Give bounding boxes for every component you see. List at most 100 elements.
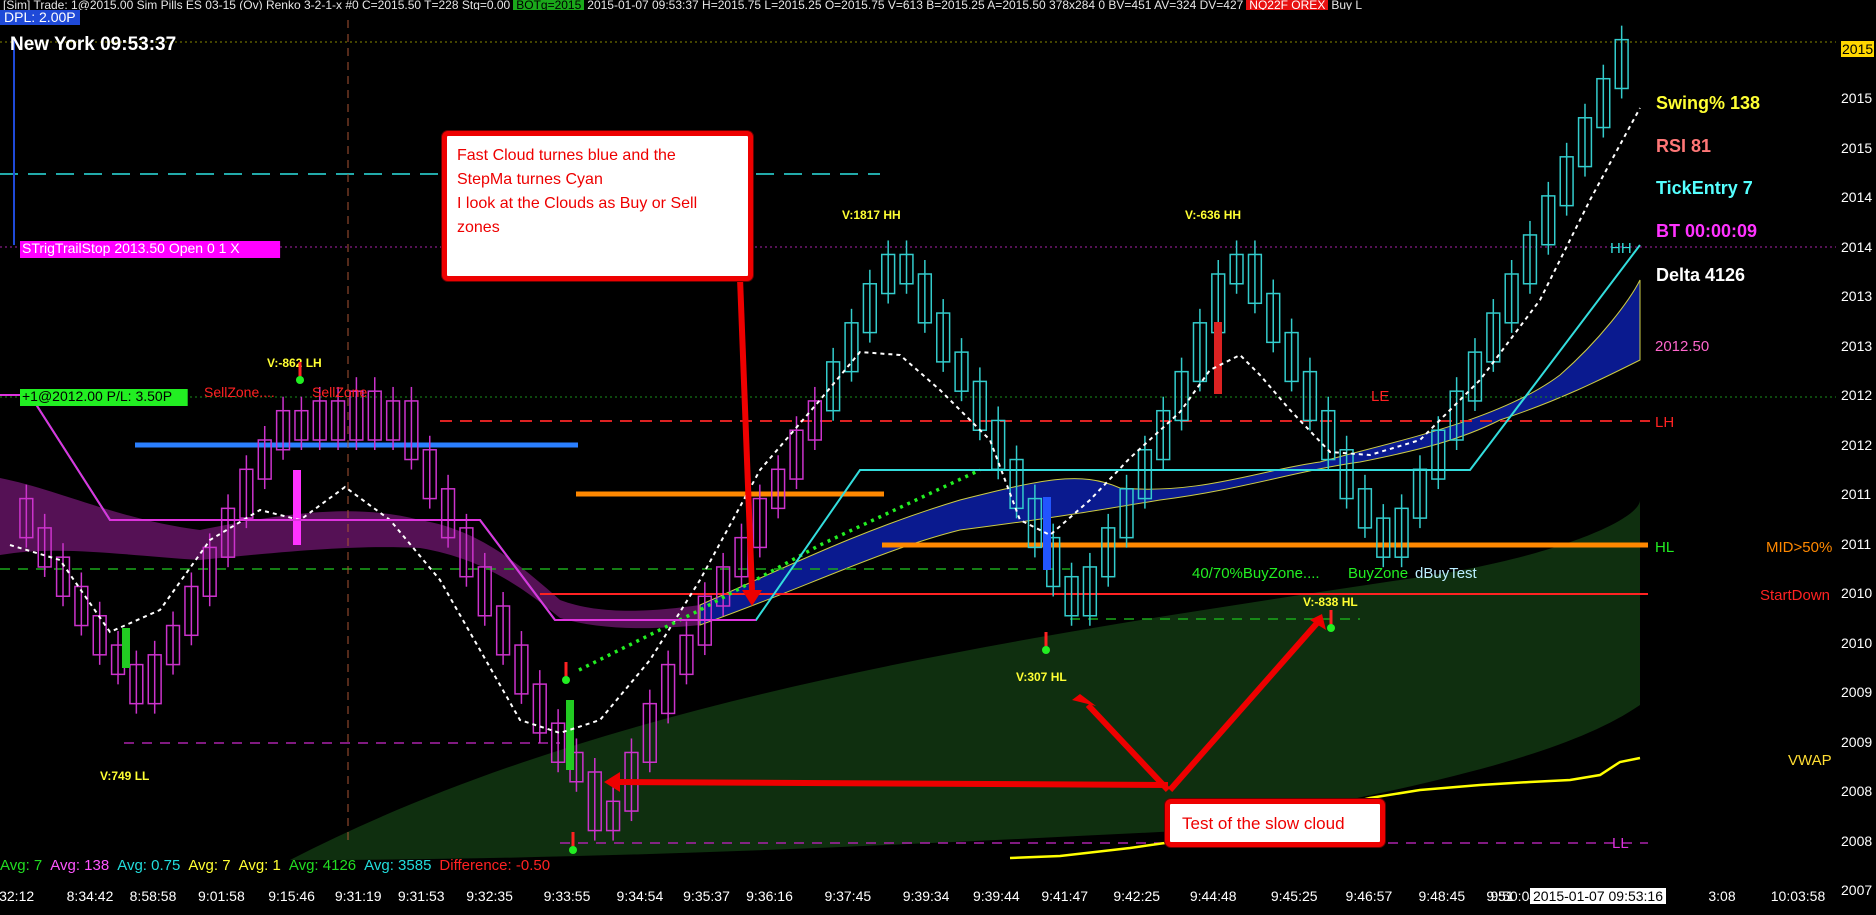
chart-label-level-le: LE xyxy=(1371,388,1389,405)
clock-label: New York 09:53:37 xyxy=(10,34,177,55)
time-tick: 9:41:47 xyxy=(1041,888,1089,904)
chart-label-trig-trail-stop: STrigTrailStop 2013.50 Open 0 1 X xyxy=(22,240,240,256)
chart-label-v-lh: V:-862 LH xyxy=(267,356,322,370)
average-value: Avg: 138 xyxy=(50,857,110,874)
averages-bar: Avg: 7 Avg: 138 Avg: 0.75 Avg: 7 Avg: 1 Avg: … xyxy=(0,857,558,874)
price-axis[interactable]: 2015 2015 2014 2014 2013 2013 2012 2012 2011 2011… xyxy=(1839,0,1876,898)
average-value: Difference: -0.50 xyxy=(439,857,551,874)
time-tick: 9:39:44 xyxy=(972,888,1020,904)
time-tick: 9:46:57 xyxy=(1345,888,1393,904)
signal-dot xyxy=(1042,646,1050,654)
time-tick: 9:15:46 xyxy=(268,888,315,904)
chart-label-level-ll: LL xyxy=(1612,835,1629,852)
callout-line: Fast Cloud turnes blue and the xyxy=(457,147,676,164)
time-tick: 9:37:45 xyxy=(824,888,872,904)
chart-label-level-2012-50: 2012.50 xyxy=(1655,338,1709,355)
chart-label-v-ll: V:749 LL xyxy=(100,769,149,783)
chart-label-level-startdown: StartDown xyxy=(1760,587,1830,604)
dpl-label: DPL: 2.00P xyxy=(0,10,80,25)
chart-label-sellzone-b: SellZone xyxy=(312,384,367,400)
signal-bar xyxy=(1214,322,1222,394)
signal-dot xyxy=(1327,624,1335,632)
average-value: Avg: 4126 xyxy=(288,857,357,874)
time-axis[interactable]: 9:32:12 8:34:42 8:58:58 9:01:58 9:15:46 9:31:… xyxy=(0,888,1876,915)
price-tick: 2015 xyxy=(1841,139,1873,156)
price-tick: 2009 xyxy=(1841,733,1873,750)
swing-stat: Swing% 138 xyxy=(1656,93,1761,113)
time-tick: 9:48:45 xyxy=(1418,888,1466,904)
chart-label-buyzone-b: BuyZone xyxy=(1348,565,1408,582)
price-chart[interactable]: STrigTrailStop 2013.50 Open 0 1 X +1@2012… xyxy=(0,0,1876,915)
price-tick: 2009 xyxy=(1841,684,1873,700)
average-value: Avg: 7 xyxy=(0,857,43,874)
chart-label-sellzone-a: SellZone.... xyxy=(204,384,275,400)
chart-label-v-hh1: V:1817 HH xyxy=(842,208,901,222)
callout-line: StepMa turnes Cyan xyxy=(457,171,603,188)
time-tick: 9:31:19 xyxy=(334,888,382,904)
chart-label-level-hh: HH xyxy=(1610,240,1632,257)
chart-label-position: +1@2012.00 P/L: 3.50P xyxy=(22,388,172,404)
price-tick: 2015 xyxy=(1841,90,1873,106)
average-value: Avg: 3585 xyxy=(364,857,432,874)
callout-line: I look at the Clouds as Buy or Sell xyxy=(457,195,698,212)
callout-slow-cloud: Test of the slow cloud xyxy=(1165,799,1385,847)
price-tick: 2010 xyxy=(1841,585,1873,601)
average-value: Avg: 1 xyxy=(238,857,281,874)
chart-label-buyzone-c: dBuyTest xyxy=(1415,565,1478,582)
time-tick: 9:01:58 xyxy=(198,888,245,904)
chart-label-v-hl1: V:307 HL xyxy=(1016,670,1067,684)
header-segment: NQ22F OREX xyxy=(1246,0,1329,10)
average-value: Avg: 0.75 xyxy=(117,857,181,874)
callout-line: zones xyxy=(457,219,500,236)
chart-label-v-hh2: V:-636 HH xyxy=(1185,208,1241,222)
chart-label-level-mid: MID>50% xyxy=(1766,539,1832,556)
signal-bar xyxy=(293,470,301,545)
price-tick: 2013 xyxy=(1841,337,1873,354)
time-tick: 9:31:53 xyxy=(397,888,445,904)
header-segment: [Sim] Trade: 1@2015.00 Sim Pills ES 03-1… xyxy=(3,0,511,10)
tickentry-stat: TickEntry 7 xyxy=(1656,178,1753,198)
signal-bar xyxy=(122,628,130,668)
current-price-tag: 2015 xyxy=(1841,41,1875,57)
signal-bar xyxy=(566,700,574,770)
bt-stat: BT 00:00:09 xyxy=(1656,221,1758,241)
time-tick: 3:08 xyxy=(1708,888,1736,904)
header-segment: 2015-01-07 09:53:37 H=2015.75 L=2015.25 … xyxy=(587,0,1244,10)
chart-label-level-hl: HL xyxy=(1655,539,1674,556)
time-tick: 9:44:48 xyxy=(1189,888,1237,904)
time-tick: 8:58:58 xyxy=(129,888,177,904)
average-value: Avg: 7 xyxy=(188,857,231,874)
chart-label-level-lh: LH xyxy=(1655,414,1674,431)
time-tick: 9:32:35 xyxy=(466,888,513,904)
price-tick: 2008 xyxy=(1841,783,1873,799)
time-tick: 9:34:54 xyxy=(616,888,664,904)
price-tick: 2011 xyxy=(1841,535,1872,552)
time-tick: 9:51 xyxy=(1486,888,1514,904)
price-tick: 2008 xyxy=(1841,832,1873,849)
time-tick: 9:35:37 xyxy=(683,888,730,904)
delta-stat: Delta 4126 xyxy=(1656,265,1746,285)
price-tick: 2014 xyxy=(1841,238,1873,255)
time-tick: 9:32:12 xyxy=(0,888,35,904)
chart-label-buyzone-a: 40/70%BuyZone.... xyxy=(1192,565,1320,582)
time-tick: 9:45:25 xyxy=(1270,888,1318,904)
rsi-stat: RSI 81 xyxy=(1656,136,1712,156)
chart-label-v-hl2: V:-838 HL xyxy=(1303,595,1358,609)
time-tick: 9:39:34 xyxy=(902,888,950,904)
price-tick: 2012 xyxy=(1841,436,1873,453)
time-tick: 9:42:25 xyxy=(1113,888,1161,904)
header-bar: [Sim] Trade: 1@2015.00 Sim Pills ES 03-1… xyxy=(0,0,1876,10)
time-tick: 10:03:58 xyxy=(1770,888,1826,904)
signal-dot xyxy=(296,376,304,384)
callout-fast-cloud: Fast Cloud turnes blue and the StepMa tu… xyxy=(442,131,753,281)
price-tick: 2012 xyxy=(1841,387,1873,403)
price-tick: 2014 xyxy=(1841,189,1873,205)
signal-dot xyxy=(562,676,570,684)
header-segment: Buy L xyxy=(1331,0,1363,10)
chart-label-level-vwap: VWAP xyxy=(1788,752,1832,769)
price-tick: 2013 xyxy=(1841,288,1873,304)
time-tick: 9:33:55 xyxy=(543,888,591,904)
price-tick: 2011 xyxy=(1841,486,1872,502)
signal-dot xyxy=(569,846,577,854)
time-tick: 2015-01-07 09:53:16 xyxy=(1530,888,1666,904)
